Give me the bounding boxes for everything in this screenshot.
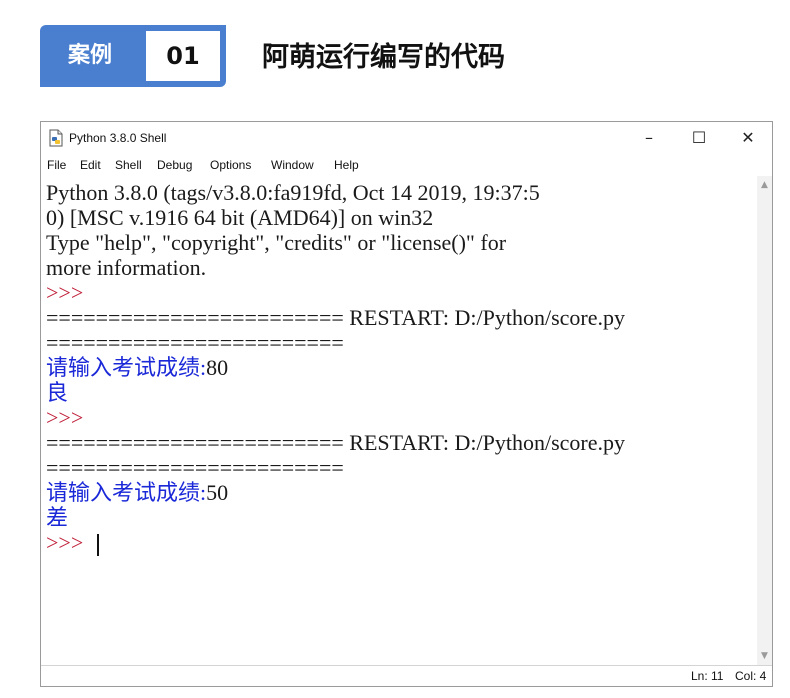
scroll-up-arrow-icon[interactable]: ▲ (757, 178, 772, 192)
input-value: 80 (206, 355, 229, 380)
shell-text-area[interactable]: Python 3.8.0 (tags/v3.8.0:fa919fd, Oct 1… (41, 176, 757, 665)
shell-prompt: >>> (46, 405, 84, 430)
input-prompt: 请输入考试成绩: (46, 355, 207, 380)
close-button[interactable]: ✕ (725, 122, 771, 154)
menu-bar: File Edit Shell Debug Options Window Hel… (41, 154, 772, 176)
restart-line: ======================== RESTART: D:/Pyt… (46, 305, 625, 330)
banner-line-3: Type "help", "copyright", "credits" or "… (46, 230, 507, 255)
minimize-button[interactable]: – (626, 122, 672, 154)
window-title: Python 3.8.0 Shell (69, 131, 167, 145)
menu-file[interactable]: File (47, 154, 66, 176)
restart-line-cont: ======================== (46, 330, 344, 355)
text-cursor (97, 534, 99, 556)
python-idle-icon (49, 129, 63, 147)
column-number: Col: 4 (735, 669, 767, 683)
menu-help[interactable]: Help (334, 154, 359, 176)
input-prompt-line: 请输入考试成绩:80 (46, 355, 228, 380)
case-title: 阿萌运行编写的代码 (262, 42, 505, 73)
menu-debug[interactable]: Debug (157, 154, 192, 176)
idle-shell-window: Python 3.8.0 Shell – ☐ ✕ File Edit Shell… (40, 121, 773, 687)
input-value: 50 (206, 480, 229, 505)
banner-line-1: Python 3.8.0 (tags/v3.8.0:fa919fd, Oct 1… (46, 180, 540, 205)
scroll-down-arrow-icon[interactable]: ▼ (757, 649, 772, 663)
case-header: 案例 01 阿萌运行编写的代码 (0, 0, 790, 100)
status-bar: Ln: 11 Col: 4 (41, 665, 772, 686)
restart-line-cont: ======================== (46, 455, 344, 480)
banner-line-4: more information. (46, 255, 207, 280)
vertical-scrollbar[interactable]: ▲ ▼ (757, 176, 772, 665)
shell-prompt: >>> (46, 280, 84, 305)
case-label: 案例 (67, 43, 112, 68)
input-prompt: 请输入考试成绩: (46, 480, 207, 505)
banner-line-2: 0) [MSC v.1916 64 bit (AMD64)] on win32 (46, 205, 434, 230)
title-bar[interactable]: Python 3.8.0 Shell – ☐ ✕ (41, 122, 772, 154)
menu-edit[interactable]: Edit (80, 154, 101, 176)
restart-line: ======================== RESTART: D:/Pyt… (46, 430, 625, 455)
case-number: 01 (146, 31, 220, 81)
program-output: 良 (46, 380, 69, 405)
menu-window[interactable]: Window (271, 154, 314, 176)
input-prompt-line: 请输入考试成绩:50 (46, 480, 228, 505)
maximize-button[interactable]: ☐ (676, 122, 722, 154)
menu-options[interactable]: Options (210, 154, 251, 176)
program-output: 差 (46, 505, 69, 530)
menu-shell[interactable]: Shell (115, 154, 142, 176)
shell-prompt-active[interactable]: >>> (46, 530, 89, 555)
line-number: Ln: 11 (691, 669, 724, 683)
